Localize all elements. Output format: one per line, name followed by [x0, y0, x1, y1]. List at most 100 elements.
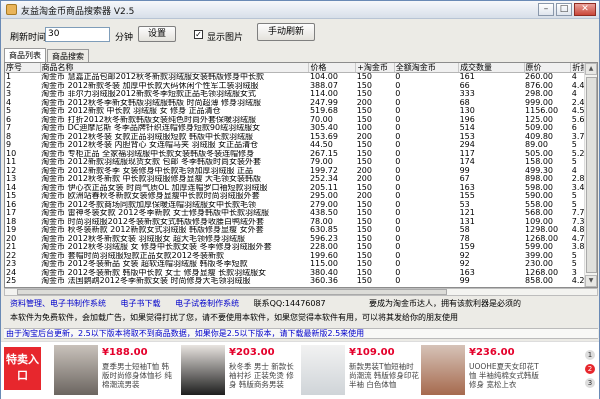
column-header[interactable]: 成交数量 — [458, 63, 525, 73]
table-cell: 999.00 — [525, 98, 554, 107]
table-row[interactable]: 7 淘金币 DC迪摩尼斯 冬季品牌针织连帽修身短款90绒羽绒服女 305.40 100… — [5, 124, 597, 133]
table-cell: 150 — [356, 81, 372, 90]
horizontal-scroll-thumb[interactable] — [17, 289, 447, 295]
link-exam-system[interactable]: 电子试卷制作系统 — [175, 299, 239, 308]
table-cell: 499.30 — [525, 166, 554, 175]
table-cell: 130 — [459, 107, 475, 116]
ad-product[interactable]: ¥188.00 夏季男士短袖T恤 韩版时尚修身体恤衫 纯棉潮流男装 — [54, 345, 174, 397]
table-row[interactable]: 23 淘金币 2012冬装新品 女装 超软连帽羽绒服 韩版冬季短款 115.00 15… — [5, 260, 597, 269]
table-row[interactable]: 22 淘金币 套帽时尚羽绒服短款正品女款2012冬装新款 199.60 150 0 92 3… — [5, 251, 597, 261]
table-cell: 150 — [356, 90, 372, 99]
product-image — [301, 345, 345, 395]
table-row[interactable]: 4 淘金币 2012秋冬季新女韩版羽绒服韩版 时尚超薄 修身羽绒服 247.99 20… — [5, 98, 597, 108]
refresh-time-label: 刷新时间 — [10, 33, 47, 43]
table-cell: 淘金币 2012秋冬新款女装 羽绒服女 超大毛领修身羽绒服 — [41, 234, 246, 243]
minimize-button[interactable]: – — [538, 3, 554, 16]
table-cell: 0 — [395, 124, 401, 133]
link-ebook-system[interactable]: 资料管理、电子书制作系统 — [10, 299, 106, 308]
table-cell: 150 — [356, 217, 372, 226]
table-row[interactable]: 15 淘金币 欧洲站春秋冬新款女装修身显瘦中长款时尚羽绒服外套 295.00 200 0… — [5, 192, 597, 201]
refresh-time-input[interactable]: 30 — [45, 27, 110, 42]
table-row[interactable]: 25 淘金币 法国鹦鹉2012冬季新款女装 时尚修身大毛领羽绒服 360.36 150… — [5, 277, 597, 286]
table-row[interactable]: 8 淘金币 2012秋冬装 女款正品羽绒服短款 韩版中长款羽绒服 153.69 200… — [5, 132, 597, 142]
table-cell: 630.85 — [309, 226, 338, 235]
table-row[interactable]: 13 淘金币 2012秋冬新款 中长款羽绒服修身显瘦 大毛领女装韩版 252.34 2… — [5, 175, 597, 184]
table-row[interactable]: 24 淘金币 2012冬装新款 韩版中长款 女士 修身显瘦 长款羽绒服女 380.4… — [5, 268, 597, 278]
ad-product[interactable]: ¥109.00 新款男装T恤短袖时尚潮流 韩版修身印花半袖 白色体恤 — [301, 345, 421, 397]
scroll-up-arrow-icon[interactable]: ▲ — [585, 63, 597, 75]
ad-page-3[interactable]: 3 — [585, 378, 595, 388]
column-header[interactable]: 原价 — [524, 63, 572, 73]
table-row[interactable]: 11 淘金币 2012新款羽绒服现货女款 包邮 冬季韩版时尚女装外套 79.00 15… — [5, 158, 597, 167]
column-header[interactable]: +淘金币 — [355, 63, 395, 73]
ad-page-1[interactable]: 1 — [585, 350, 595, 360]
table-cell: 150 — [356, 268, 372, 277]
table-row[interactable]: 21 淘金币 2012秋冬羽绒服 女 修身中长款女装 冬季修身羽绒服外套 228.0… — [5, 243, 597, 252]
table-cell: 117 — [459, 149, 475, 158]
table-cell: 150 — [356, 234, 372, 243]
settings-button[interactable]: 设置 — [138, 26, 176, 42]
table-row[interactable]: 19 淘金币 秋冬装新款 2012新款女式羽绒服 韩版修身显瘦 女外套 630.85… — [5, 226, 597, 235]
table-cell: 79.00 — [309, 158, 333, 167]
table-row[interactable]: 18 淘金币 时尚羽绒服2012冬装新款女式韩版修身收腰白鸭绒外套 78.00 150… — [5, 217, 597, 227]
table-cell: 199.60 — [309, 251, 338, 260]
update-notice[interactable]: 由于淘宝后台更新，2.5以下版本将取不到商品数据，如果你是2.5以下版本，请下载… — [4, 328, 598, 339]
table-cell: 121 — [459, 209, 475, 218]
table-row[interactable]: 2 淘金币 2012新款冬装 加厚中长款大码休闲个性军工装羽绒服 388.07 150… — [5, 81, 597, 91]
table-cell: 150 — [356, 200, 372, 209]
table-cell: 150 — [356, 277, 372, 286]
table-row[interactable]: 1 淘金币 慧嘉正品包邮2012秋冬新款羽绒服女装韩版修身中长款 104.00 150… — [5, 72, 597, 82]
table-row[interactable]: 16 淘金币 2012冬款商场同款加厚保暖连帽羽绒服女中长款毛领 279.00 150… — [5, 200, 597, 210]
product-image — [421, 345, 465, 395]
tab-product-list[interactable]: 商品列表 — [4, 48, 46, 62]
ad-product[interactable]: ¥203.00 秋冬季 男士 新款长袖衬衫 正装免烫 修身 韩版商务男装 — [181, 345, 301, 397]
ad-page-2[interactable]: 2 — [585, 364, 595, 374]
table-row[interactable]: 5 淘金币 2012新款 中长款 羽绒服 女 修身 正品清仓 519.68 150 0 1… — [5, 107, 597, 116]
product-desc: UOOHE夏天女印花T恤 半袖纯棉女式韩版修身 宽松上衣 — [469, 362, 539, 389]
table-row[interactable]: 6 淘金币 打折2012秋冬新款韩版女装纯色时尚外套保暖羽绒服 70.00 150 0 1… — [5, 115, 597, 125]
scroll-thumb[interactable] — [586, 77, 597, 273]
table-cell: 174 — [459, 158, 475, 167]
column-header[interactable]: 商品名称 — [40, 63, 310, 73]
table-row[interactable]: 3 淘金币 菲尔力羽绒服2012新款冬季短款正品毛领羽绒服女式 114.00 150 0… — [5, 90, 597, 99]
table-cell: 200 — [356, 166, 372, 175]
table-cell: 163 — [459, 183, 475, 192]
table-horizontal-scrollbar[interactable] — [4, 288, 598, 296]
table-cell: 淘金币 2012冬装新款 韩版中长款 女士 修身显瘦 长款羽绒服女 — [41, 268, 267, 277]
table-cell: 568.00 — [525, 209, 554, 218]
table-cell: 68 — [459, 98, 470, 107]
scroll-down-arrow-icon[interactable]: ▼ — [585, 275, 597, 287]
maximize-button[interactable]: □ — [556, 3, 572, 16]
table-row[interactable]: 12 淘金币 2012新款冬季 女装修身中长款毛领加厚羽绒服 正品 199.72 20… — [5, 166, 597, 176]
table-row[interactable]: 9 淘金币 2012秋冬装 内胆背心 女连帽马夹 羽绒服 女正品清仓 44.50 15… — [5, 141, 597, 150]
table-cell: 淘金币 打折2012秋冬新款韩版女装纯色时尚外套保暖羽绒服 — [41, 115, 256, 124]
ad-banner[interactable]: 特卖入口 ¥188.00 夏季男士短袖T恤 韩版时尚修身体恤衫 纯棉潮流男装 ¥… — [1, 341, 599, 399]
ad-product[interactable]: ¥236.00 UOOHE夏天女印花T恤 半袖纯棉女式韩版修身 宽松上衣 — [421, 345, 541, 397]
table-row[interactable]: 10 淘金币 专柜正品 全家福羽绒服中长款女装韩版冬装连帽修身 267.15 150 0… — [5, 149, 597, 159]
close-button[interactable]: ✕ — [574, 3, 596, 16]
table-cell: 196 — [459, 115, 475, 124]
table-cell: 230.00 — [525, 260, 554, 269]
table-cell: 247.99 — [309, 98, 338, 107]
table-cell: 153 — [459, 132, 475, 141]
column-header[interactable]: 价格 — [308, 63, 357, 73]
table-cell: 438.50 — [309, 209, 338, 218]
manual-refresh-button[interactable]: 手动刷新 — [257, 23, 315, 41]
table-cell: 161 — [459, 72, 475, 81]
table-vertical-scrollbar[interactable]: ▲ ▼ — [584, 63, 597, 287]
link-ebook-download[interactable]: 电子书下载 — [121, 299, 161, 308]
table-cell: 淘金币 2012秋冬季新女韩版羽绒服韩版 时尚超薄 修身羽绒服 — [41, 98, 262, 107]
table-row[interactable]: 17 淘金币 雷神冬装女款 2012冬季新款 女士修身韩版中长款羽绒服 438.50… — [5, 209, 597, 218]
table-cell: 15 — [6, 192, 17, 201]
table-cell: 16 — [6, 200, 17, 209]
table-cell: 0 — [395, 251, 401, 260]
column-header[interactable]: 序号 — [5, 63, 41, 73]
table-cell: 8 — [6, 132, 12, 141]
table-row[interactable]: 20 淘金币 2012秋冬新款女装 羽绒服女 超大毛领修身羽绒服 596.23 150… — [5, 234, 597, 244]
show-image-checkbox[interactable]: ✓ — [194, 30, 203, 39]
sale-entry-badge[interactable]: 特卖入口 — [4, 347, 41, 390]
column-header[interactable]: 全额淘金币 — [394, 63, 460, 73]
table-cell: 1156.00 — [525, 107, 559, 116]
tab-product-search[interactable]: 商品搜索 — [47, 49, 89, 62]
table-row[interactable]: 14 淘金币 伊心衣正品女装 时尚气质OL 加厚连帽罗口袖短款羽绒服 205.11 1… — [5, 183, 597, 193]
